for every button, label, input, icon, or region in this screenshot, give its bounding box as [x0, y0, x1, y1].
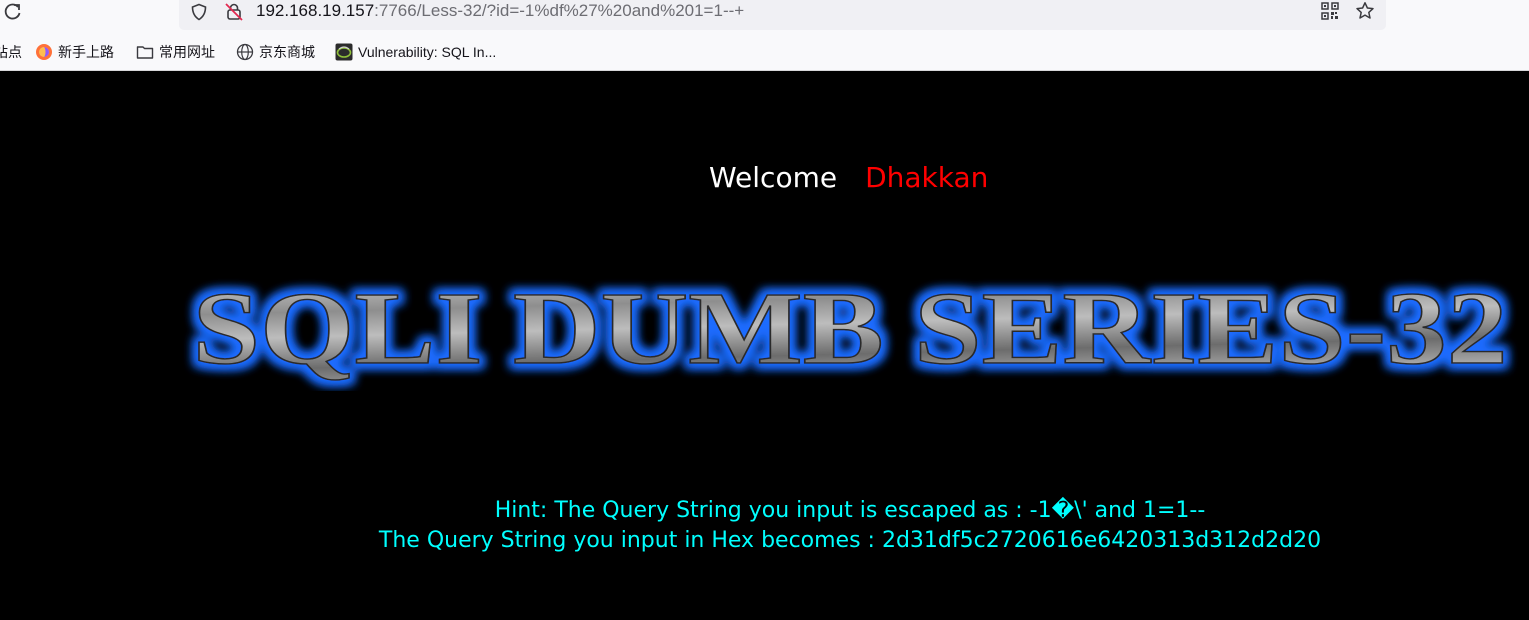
bookmark-getting-started[interactable]: 新手上路: [35, 38, 114, 66]
globe-icon: [236, 43, 254, 61]
hex-query-hint: The Query String you input in Hex become…: [378, 528, 1322, 553]
banner-title: SQLI DUMB SERIES-32: [193, 271, 1508, 386]
dvwa-favicon-icon: [335, 43, 353, 61]
welcome-text: Welcome: [709, 161, 838, 194]
qr-code-icon[interactable]: [1320, 1, 1340, 21]
bookmarks-bar: 站点 新手上路 常用网址 京东商城 Vulnerability: SQL In.…: [0, 38, 1529, 66]
username-text: Dhakkan: [865, 161, 989, 194]
address-bar[interactable]: 192.168.19.157:7766/Less-32/?id=-1%df%27…: [179, 0, 1386, 30]
firefox-icon: [35, 43, 53, 61]
escaped-query-hint: Hint: The Query String you input is esca…: [494, 498, 1206, 523]
url-path: :7766/Less-32/?id=-1%df%27%20and%201=1--…: [374, 1, 745, 20]
bookmark-label: 站点: [0, 44, 22, 60]
bookmark-jd-mall[interactable]: 京东商城: [236, 38, 315, 66]
page-content: Welcome Dhakkan SQLI DUMB SERIES-32 Hint:…: [0, 71, 1529, 620]
url-text[interactable]: 192.168.19.157:7766/Less-32/?id=-1%df%27…: [256, 1, 744, 21]
folder-icon: [136, 43, 154, 61]
url-host: 192.168.19.157: [256, 1, 375, 20]
bookmark-label: Vulnerability: SQL In...: [358, 44, 497, 60]
query-hint: Hint: The Query String you input is esca…: [0, 496, 1529, 556]
insecure-lock-icon[interactable]: [223, 1, 245, 23]
bookmark-star-icon[interactable]: [1354, 0, 1376, 22]
sqli-series-banner: SQLI DUMB SERIES-32: [192, 271, 1509, 387]
bookmark-label: 京东商城: [259, 44, 315, 60]
browser-toolbar: 192.168.19.157:7766/Less-32/?id=-1%df%27…: [0, 0, 1529, 71]
bookmark-label: 新手上路: [58, 44, 114, 60]
bookmark-sites[interactable]: 站点: [0, 38, 22, 66]
bookmark-common-sites[interactable]: 常用网址: [136, 38, 215, 66]
reload-icon[interactable]: [0, 0, 26, 24]
bookmark-label: 常用网址: [159, 44, 215, 60]
welcome-message: Welcome Dhakkan: [709, 161, 988, 195]
bookmark-dvwa-sql-injection[interactable]: Vulnerability: SQL In...: [335, 38, 496, 66]
tracking-shield-icon[interactable]: [189, 2, 209, 22]
